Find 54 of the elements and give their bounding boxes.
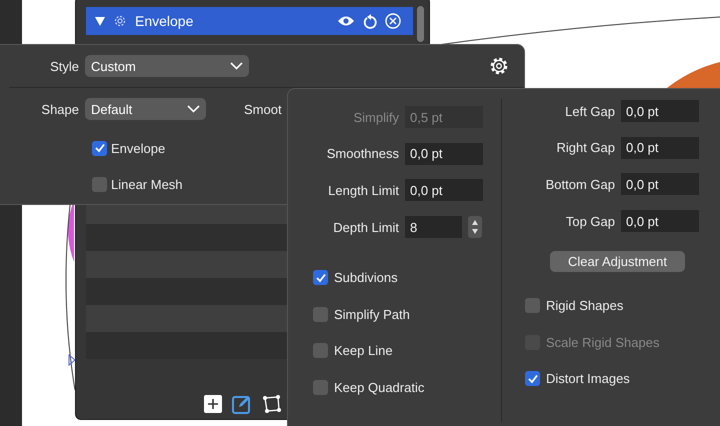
field-label: Smoothness [326, 146, 399, 162]
field-label: Top Gap [564, 214, 615, 229]
checkbox[interactable] [525, 298, 540, 314]
input-field[interactable]: 0,0 pt [621, 173, 699, 196]
clear-adjustment-button[interactable]: Clear Adjustment [550, 251, 685, 272]
field-label: Right Gap [555, 140, 615, 156]
shape-icon[interactable] [262, 394, 282, 414]
checkbox[interactable] [92, 176, 107, 192]
shape-dropdown[interactable]: Default [85, 98, 206, 120]
style-label: Style [49, 58, 79, 74]
checkbox[interactable] [313, 306, 328, 322]
checkbox-label: Rigid Shapes [546, 298, 624, 314]
depth-field[interactable]: 8 [405, 216, 462, 238]
checkbox-label: Keep Line [334, 343, 393, 358]
checkbox-label: Distort Images [546, 371, 630, 386]
checkbox-label: Linear Mesh [111, 176, 183, 192]
checkbox-label: Scale Rigid Shapes [546, 334, 660, 350]
checkbox[interactable] [525, 371, 540, 386]
checkbox[interactable] [313, 270, 328, 286]
edit-icon[interactable] [232, 394, 252, 414]
field-label: Smoot [244, 102, 282, 116]
field-label: Bottom Gap [544, 176, 615, 192]
stepper-icon[interactable] [468, 216, 482, 238]
field-label: Left Gap [564, 104, 615, 119]
eye-icon[interactable] [337, 15, 355, 27]
anchor-point-icon [68, 354, 76, 366]
layer-name: Envelope [135, 13, 194, 29]
scrollbar[interactable] [417, 6, 424, 42]
input-field[interactable]: 0,0 pt [621, 210, 699, 232]
checkbox[interactable] [313, 343, 328, 358]
disclosure-triangle-icon[interactable] [95, 16, 105, 26]
layer-row[interactable]: Envelope [86, 7, 413, 35]
settings-icon[interactable] [489, 56, 509, 76]
gear-icon [113, 14, 127, 28]
reset-icon[interactable] [363, 13, 377, 29]
field-label: Depth Limit [332, 220, 399, 235]
field-label: Simplify [352, 110, 399, 125]
chevron-icon [230, 62, 243, 70]
add-icon[interactable] [204, 395, 222, 413]
checkbox-label: Envelope [111, 140, 166, 156]
input-field[interactable]: 0,0 pt [621, 136, 699, 159]
checkbox-label: Keep Quadratic [334, 380, 424, 395]
close-icon[interactable] [385, 13, 401, 29]
input-field[interactable]: 0,0 pt [405, 179, 483, 202]
style-dropdown[interactable]: Custom [85, 55, 249, 77]
chevron-icon [187, 105, 200, 113]
shape-label: Shape [40, 102, 79, 116]
checkbox-label: Subdivions [334, 270, 398, 286]
input-field[interactable]: 0,0 pt [405, 142, 483, 165]
checkbox[interactable] [313, 380, 328, 395]
checkbox-label: Simplify Path [334, 306, 410, 322]
field-label: Length Limit [327, 182, 399, 198]
input-field[interactable]: 0,0 pt [621, 100, 699, 122]
checkbox[interactable] [92, 140, 107, 156]
